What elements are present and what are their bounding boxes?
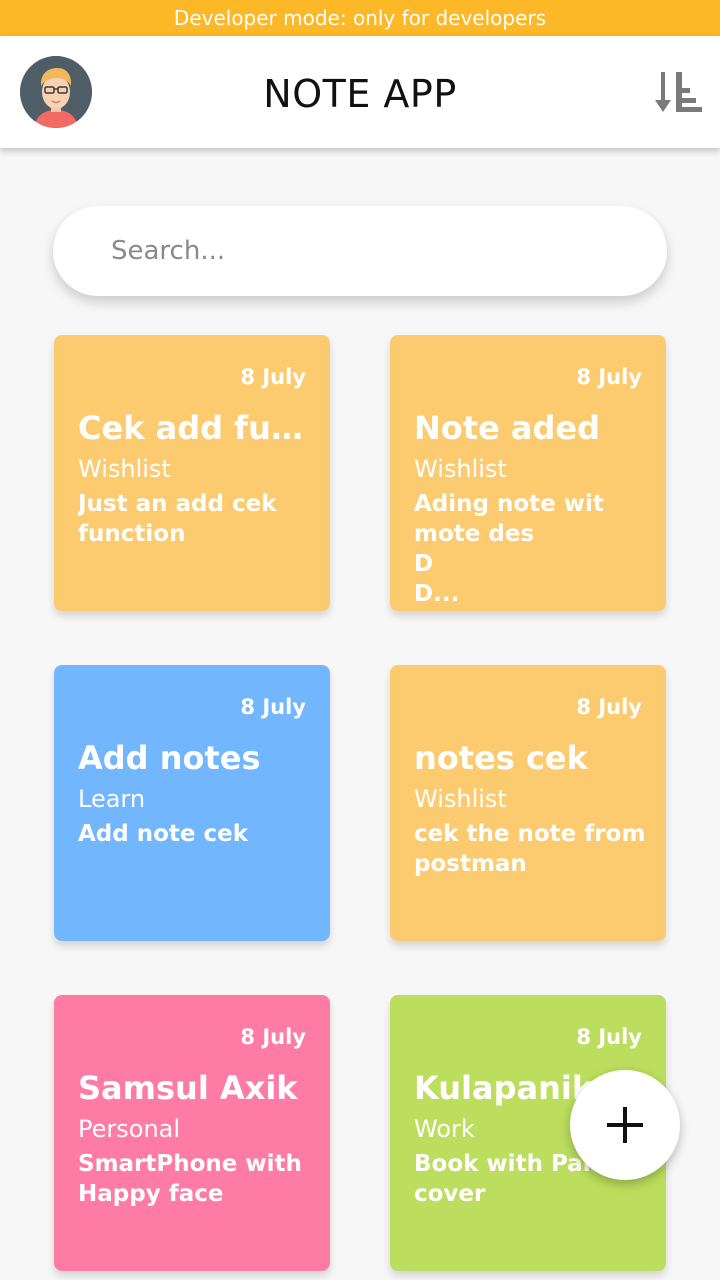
note-category: Wishlist xyxy=(414,455,507,483)
note-title: notes cek xyxy=(414,739,588,777)
note-title: Add notes xyxy=(78,739,261,777)
note-category: Wishlist xyxy=(78,455,171,483)
note-category: Personal xyxy=(78,1115,181,1143)
note-description: Add note cek xyxy=(78,821,249,847)
note-title: Cek add fun... xyxy=(78,409,310,447)
note-category: Wishlist xyxy=(414,785,507,813)
note-card[interactable]: 8 July Note aded Wishlist Ading note wit… xyxy=(390,335,666,611)
note-title: Samsul Axik xyxy=(78,1069,298,1107)
note-date: 8 July xyxy=(240,1025,306,1049)
note-description: Just an add cek function xyxy=(78,491,277,547)
app-title: NOTE APP xyxy=(263,72,457,116)
note-title: Note aded xyxy=(414,409,601,447)
search-bar[interactable] xyxy=(53,206,667,296)
note-date: 8 July xyxy=(576,1025,642,1049)
note-description: SmartPhone with Happy face xyxy=(78,1151,302,1207)
note-category: Learn xyxy=(78,785,146,813)
sort-descending-icon[interactable] xyxy=(654,68,702,116)
add-note-button[interactable] xyxy=(570,1070,680,1180)
note-card[interactable]: 8 July notes cek Wishlist cek the note f… xyxy=(390,665,666,941)
note-description: Ading note wit mote des D D... xyxy=(414,491,604,607)
note-date: 8 July xyxy=(240,365,306,389)
developer-mode-banner: Developer mode: only for developers xyxy=(0,0,720,36)
note-card[interactable]: 8 July Add notes Learn Add note cek xyxy=(54,665,330,941)
note-card[interactable]: 8 July Samsul Axik Personal SmartPhone w… xyxy=(54,995,330,1271)
note-date: 8 July xyxy=(240,695,306,719)
note-card[interactable]: 8 July Cek add fun... Wishlist Just an a… xyxy=(54,335,330,611)
note-date: 8 July xyxy=(576,365,642,389)
app-bar: NOTE APP xyxy=(0,36,720,148)
note-date: 8 July xyxy=(576,695,642,719)
plus-icon xyxy=(607,1107,643,1143)
note-category: Work xyxy=(414,1115,475,1143)
search-input[interactable] xyxy=(111,226,631,276)
note-description: cek the note from postman xyxy=(414,821,646,877)
